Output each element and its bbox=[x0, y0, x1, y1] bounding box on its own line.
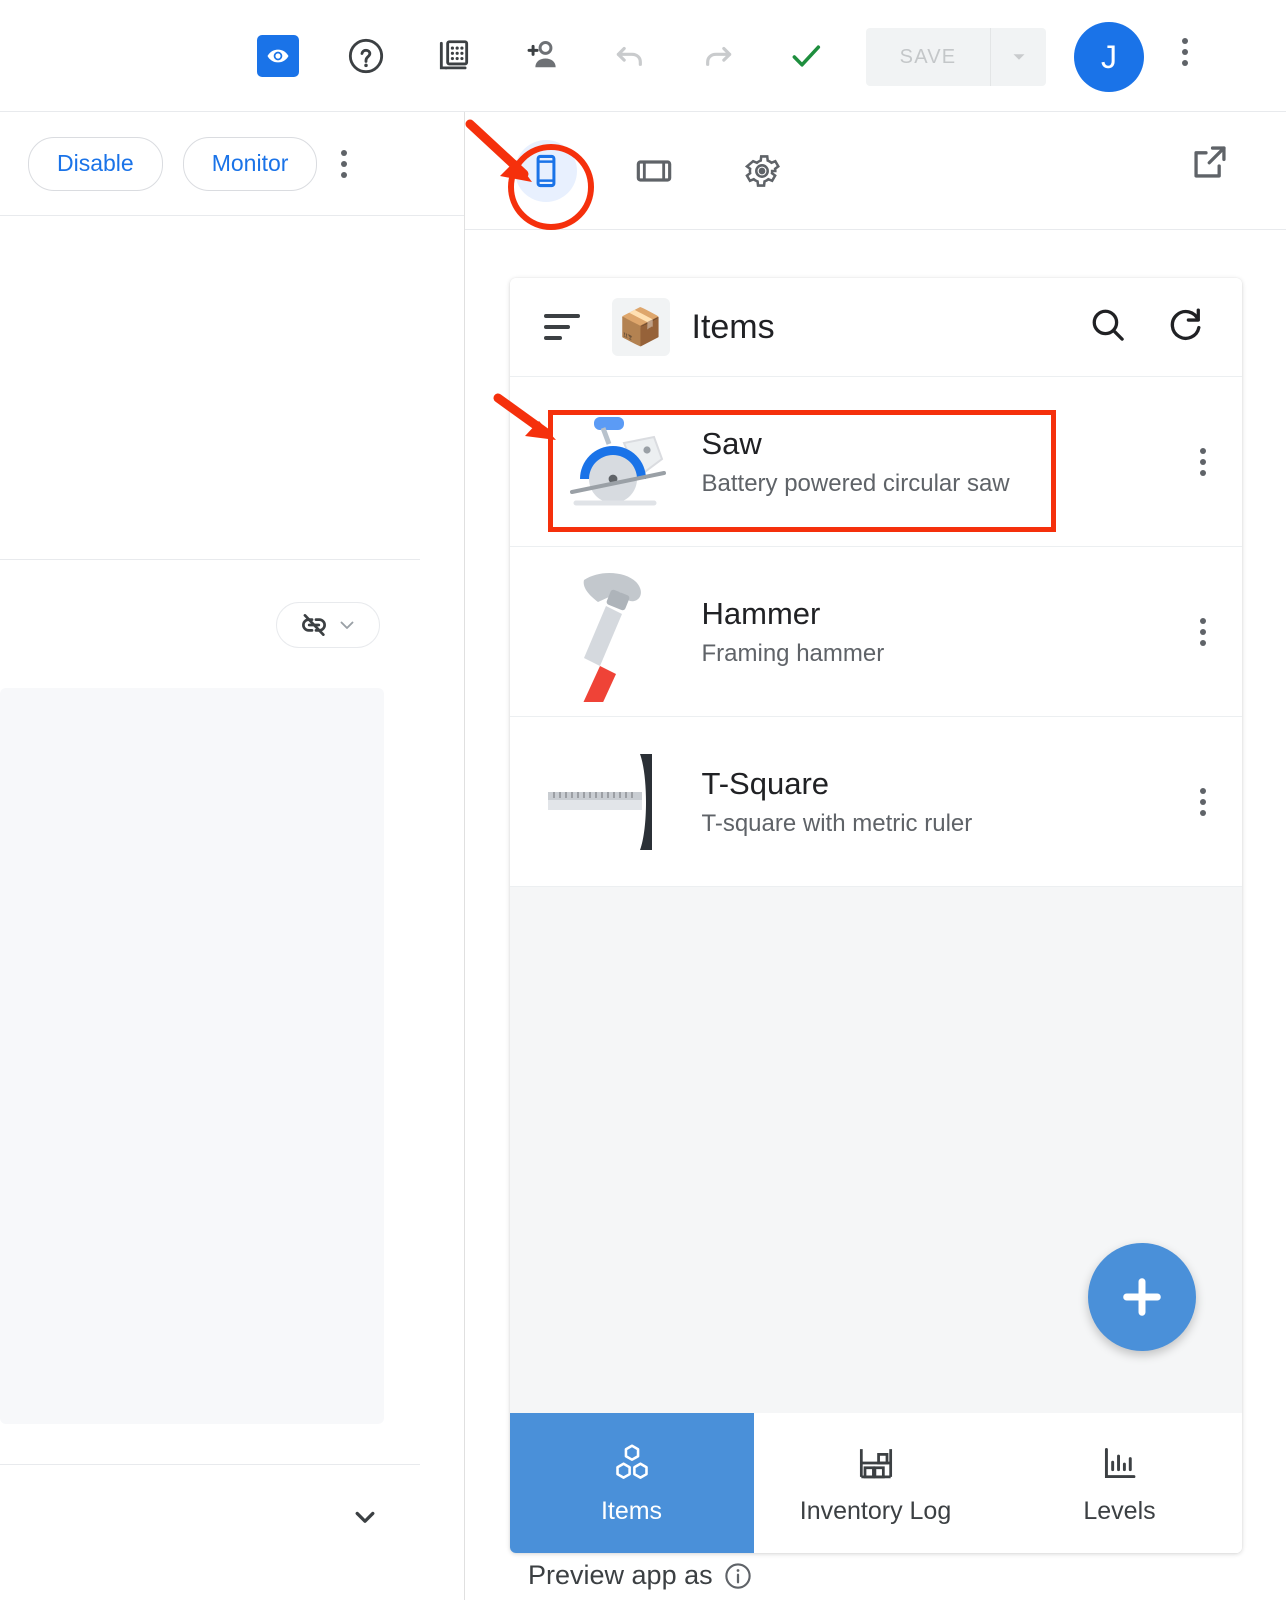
phone-icon bbox=[536, 154, 556, 187]
save-dropdown-button[interactable] bbox=[990, 28, 1046, 86]
menu-icon[interactable] bbox=[543, 314, 584, 340]
open-external-button[interactable] bbox=[1188, 140, 1232, 189]
preview-panel: 📦 Items Saw Battery powered circular saw… bbox=[465, 112, 1286, 1600]
item-overflow-button[interactable] bbox=[1199, 447, 1206, 476]
item-name: Saw bbox=[701, 425, 762, 461]
t-square-icon bbox=[544, 742, 684, 862]
help-button[interactable] bbox=[336, 26, 396, 86]
item-row-saw[interactable]: Saw Battery powered circular saw bbox=[509, 377, 1242, 547]
person-add-icon bbox=[527, 40, 556, 67]
left-panel-divider-top bbox=[0, 559, 420, 560]
item-list: Saw Battery powered circular saw Hammer … bbox=[509, 377, 1242, 887]
search-icon bbox=[1092, 309, 1124, 341]
app-logo-icon: 📦 bbox=[611, 298, 670, 356]
device-toolbar bbox=[465, 112, 1286, 230]
info-icon[interactable] bbox=[723, 1561, 753, 1591]
preview-app-as-label: Preview app as bbox=[528, 1560, 753, 1591]
search-button[interactable] bbox=[1086, 303, 1130, 352]
preview-eye-icon bbox=[257, 34, 299, 77]
saved-status-button[interactable] bbox=[776, 26, 836, 86]
bottom-navigation: Items Inventory Log Levels bbox=[509, 1413, 1242, 1553]
share-button[interactable] bbox=[512, 26, 572, 86]
monitor-button[interactable]: Monitor bbox=[182, 136, 318, 191]
item-overflow-button[interactable] bbox=[1199, 787, 1206, 816]
left-panel-divider-bottom bbox=[0, 1464, 420, 1465]
more-vert-icon bbox=[1199, 787, 1206, 816]
hammer-icon bbox=[544, 572, 684, 702]
tablet-landscape-icon bbox=[636, 159, 672, 182]
bar-chart-icon bbox=[1104, 1447, 1135, 1478]
refresh-icon bbox=[1170, 308, 1200, 340]
app-title: Items bbox=[691, 307, 775, 346]
preview-caption-text: Preview app as bbox=[528, 1560, 713, 1590]
item-overflow-button[interactable] bbox=[1199, 617, 1206, 646]
undo-button[interactable] bbox=[600, 26, 660, 86]
item-name: T-Square bbox=[701, 765, 830, 801]
phone-device-toggle[interactable] bbox=[515, 139, 577, 202]
toolbar-overflow-button[interactable] bbox=[1182, 38, 1188, 66]
item-text: Saw Battery powered circular saw bbox=[702, 425, 1200, 499]
shelf-icon bbox=[859, 1448, 892, 1478]
nav-tab-label: Inventory Log bbox=[799, 1496, 952, 1525]
check-icon bbox=[792, 44, 821, 67]
item-name: Hammer bbox=[701, 595, 821, 631]
cubes-icon bbox=[615, 1443, 648, 1479]
help-circle-icon bbox=[348, 38, 384, 73]
item-text: T-Square T-square with metric ruler bbox=[702, 765, 1200, 839]
more-vert-icon bbox=[1199, 447, 1206, 476]
circular-saw-icon bbox=[544, 402, 684, 522]
app-header: 📦 Items bbox=[509, 278, 1242, 377]
data-table-icon bbox=[439, 39, 469, 69]
top-toolbar: SAVE J bbox=[0, 0, 1286, 112]
link-off-icon bbox=[302, 614, 326, 636]
preview-settings-button[interactable] bbox=[731, 140, 793, 202]
left-panel-expand-button[interactable] bbox=[348, 1500, 382, 1539]
nav-tab-items[interactable]: Items bbox=[509, 1413, 754, 1553]
data-button[interactable] bbox=[424, 26, 484, 86]
more-vert-icon bbox=[1199, 617, 1206, 646]
nav-tab-label: Levels bbox=[1083, 1496, 1156, 1525]
left-panel-canvas bbox=[0, 688, 384, 1424]
toolbar-icon-group bbox=[248, 26, 836, 86]
preview-button[interactable] bbox=[248, 26, 308, 86]
undo-icon bbox=[616, 46, 642, 66]
nav-tab-inventory-log[interactable]: Inventory Log bbox=[753, 1413, 998, 1553]
left-panel: Disable Monitor bbox=[0, 112, 464, 1600]
avatar[interactable]: J bbox=[1074, 22, 1144, 92]
gear-icon bbox=[744, 154, 780, 187]
item-text: Hammer Framing hammer bbox=[702, 595, 1200, 669]
app-root: SAVE J Disable Monitor 📦 Items Saw Batte… bbox=[0, 0, 1286, 1600]
save-button-group[interactable]: SAVE bbox=[866, 28, 1046, 86]
save-button[interactable]: SAVE bbox=[866, 28, 990, 86]
plus-icon bbox=[1122, 1278, 1161, 1316]
link-off-dropdown-button[interactable] bbox=[276, 602, 380, 648]
nav-tab-levels[interactable]: Levels bbox=[997, 1413, 1242, 1553]
preview-stage: 📦 Items Saw Battery powered circular saw… bbox=[465, 231, 1286, 1600]
chevron-down-icon bbox=[355, 1511, 375, 1523]
add-item-fab[interactable] bbox=[1087, 1243, 1196, 1351]
chevron-down-icon bbox=[340, 621, 354, 629]
item-row-t-square[interactable]: T-Square T-square with metric ruler bbox=[509, 717, 1242, 887]
left-panel-actions: Disable Monitor bbox=[0, 112, 464, 216]
more-vert-icon bbox=[1182, 38, 1188, 66]
disable-button[interactable]: Disable bbox=[28, 136, 163, 191]
redo-icon bbox=[706, 46, 732, 66]
item-description: T-square with metric ruler bbox=[701, 810, 973, 838]
redo-button[interactable] bbox=[688, 26, 748, 86]
refresh-button[interactable] bbox=[1164, 303, 1208, 352]
left-panel-overflow-button[interactable] bbox=[341, 149, 348, 178]
app-header-actions bbox=[1086, 303, 1208, 352]
item-row-hammer[interactable]: Hammer Framing hammer bbox=[509, 547, 1242, 717]
chevron-down-icon bbox=[1013, 54, 1024, 60]
open-in-new-icon bbox=[1194, 146, 1226, 178]
more-vert-icon bbox=[341, 149, 348, 178]
item-description: Battery powered circular saw bbox=[701, 470, 1010, 498]
item-description: Framing hammer bbox=[701, 640, 885, 668]
tablet-device-toggle[interactable] bbox=[623, 140, 685, 202]
phone-preview-frame: 📦 Items Saw Battery powered circular saw… bbox=[509, 278, 1242, 1553]
nav-tab-label: Items bbox=[600, 1496, 663, 1525]
list-empty-area bbox=[509, 887, 1242, 1413]
